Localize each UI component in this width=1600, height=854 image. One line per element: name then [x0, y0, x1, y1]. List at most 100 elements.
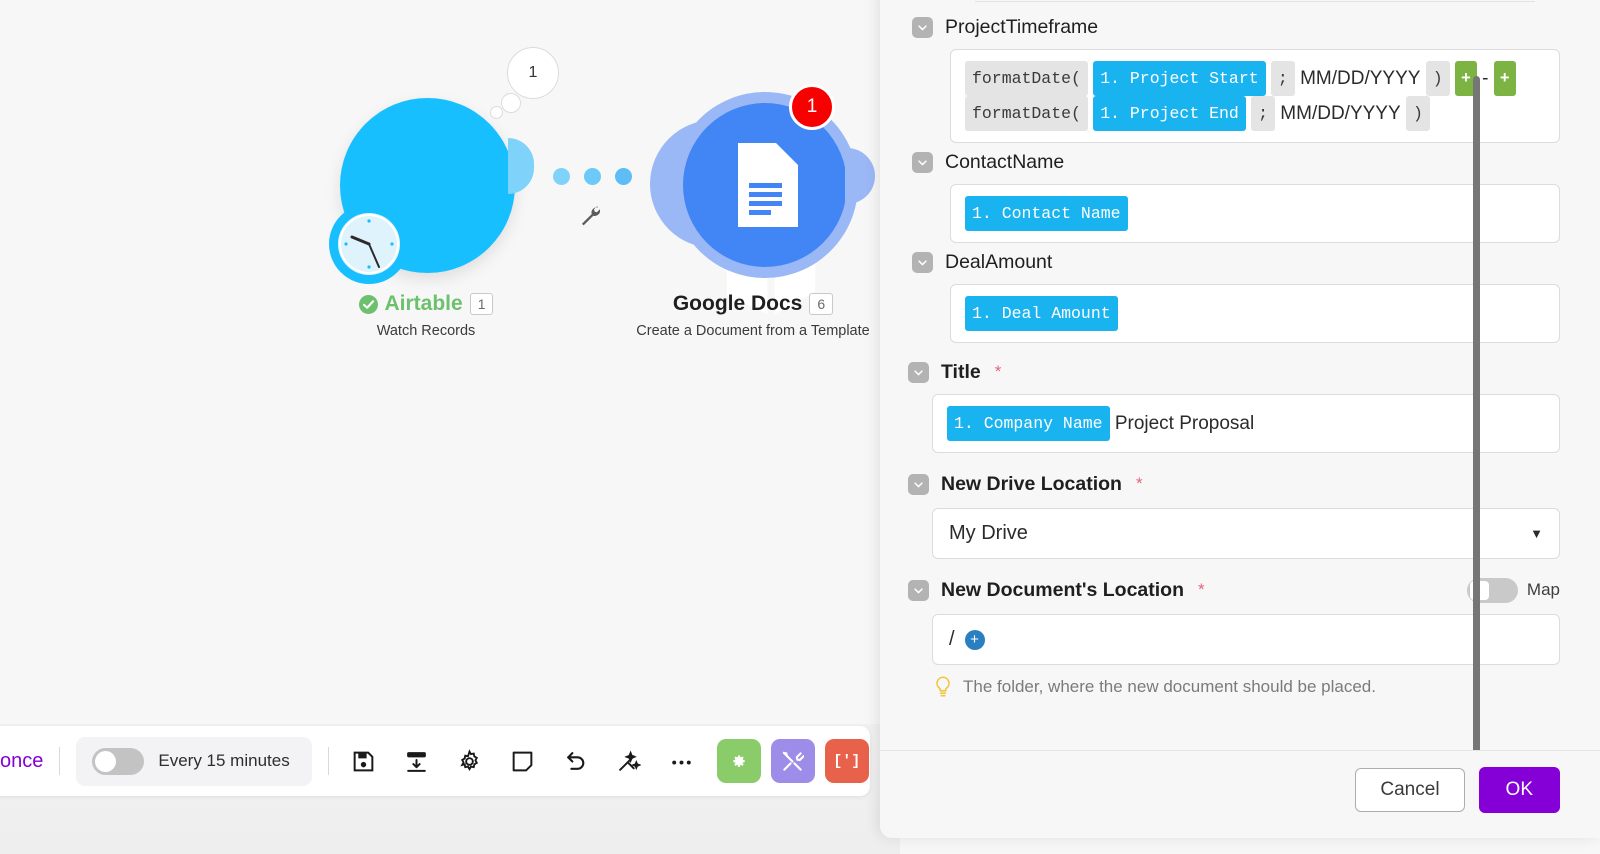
panel-fields-scroll-area[interactable]: ProjectTimeframe formatDate( 1. Project … — [880, 2, 1600, 751]
wrench-icon[interactable] — [578, 203, 602, 227]
gdocs-label: Google Docs 6 Create a Document from a T… — [603, 292, 903, 339]
field-label: Title — [941, 360, 981, 383]
gdocs-output-cap — [845, 148, 875, 204]
airtable-label: Airtable 1 Watch Records — [276, 292, 576, 339]
panel-footer: Cancel OK — [880, 750, 1600, 828]
gdocs-sequence-badge: 6 — [809, 293, 834, 315]
connector-dot — [615, 168, 632, 185]
field-hint-text: The folder, where the new document shoul… — [963, 677, 1376, 696]
run-once-button[interactable]: once — [0, 750, 43, 773]
field-label: New Document's Location — [941, 578, 1184, 601]
deal-amount-input[interactable]: 1. Deal Amount — [950, 284, 1560, 343]
tools-button[interactable] — [770, 739, 815, 783]
field-label: New Drive Location — [941, 472, 1122, 495]
field-label: ProjectTimeframe — [945, 15, 1099, 38]
variable-token[interactable]: 1. Project End — [1093, 96, 1246, 131]
gdocs-operation: Create a Document from a Template — [636, 323, 870, 339]
code-button-label: ['] — [833, 752, 861, 770]
lightbulb-icon — [934, 676, 952, 698]
formula-text: MM/DD/YYYY — [1300, 68, 1421, 89]
formula-token[interactable]: formatDate( — [965, 61, 1088, 96]
field-hint: The folder, where the new document shoul… — [934, 676, 1560, 698]
connector-dot — [584, 168, 601, 185]
error-badge[interactable]: 1 — [789, 84, 835, 130]
airtable-sequence-badge: 1 — [469, 293, 494, 315]
variable-token[interactable]: 1. Deal Amount — [965, 296, 1118, 331]
field-title: Title * 1. Company Name Project Proposal — [908, 357, 1560, 453]
chevron-down-icon[interactable] — [908, 473, 929, 495]
bundle-count-value: 1 — [528, 64, 538, 81]
airtable-output-cap — [508, 138, 534, 194]
path-value: / — [949, 628, 955, 650]
title-input[interactable]: 1. Company Name Project Proposal — [932, 394, 1560, 453]
project-timeframe-input[interactable]: formatDate( 1. Project Start ; MM/DD/YYY… — [950, 49, 1560, 143]
field-new-drive-location: New Drive Location * My Drive ▼ — [908, 469, 1560, 559]
magic-wand-icon[interactable] — [616, 748, 642, 774]
required-asterisk: * — [994, 362, 1002, 381]
code-button[interactable]: ['] — [824, 739, 869, 783]
toolbar-divider — [59, 747, 61, 775]
field-project-timeframe: ProjectTimeframe formatDate( 1. Project … — [912, 12, 1560, 143]
save-icon[interactable] — [351, 748, 377, 774]
connector-dots — [553, 168, 632, 185]
add-folder-icon[interactable]: + — [964, 629, 985, 650]
schedule-pill[interactable]: Every 15 minutes — [76, 736, 312, 786]
field-deal-amount: DealAmount 1. Deal Amount — [912, 247, 1560, 343]
ok-button[interactable]: OK — [1478, 766, 1560, 813]
bundle-bubble-small-3 — [490, 106, 503, 119]
required-asterisk: * — [1198, 580, 1205, 599]
gear-icon[interactable] — [457, 748, 483, 774]
module-settings-panel[interactable]: ProjectTimeframe formatDate( 1. Project … — [880, 0, 1600, 838]
formula-token[interactable]: formatDate( — [965, 96, 1088, 131]
explain-flow-button[interactable] — [716, 739, 761, 783]
align-icon[interactable] — [404, 748, 430, 774]
chevron-down-icon[interactable] — [908, 579, 929, 601]
connector-dot — [553, 168, 570, 185]
chevron-down-icon[interactable] — [912, 16, 933, 38]
new-document-location-input[interactable]: / + — [932, 614, 1560, 665]
scenario-canvas[interactable]: 1 Airtable 1 Watch Records 1 Google Docs… — [0, 0, 900, 854]
more-icon[interactable] — [669, 748, 695, 774]
required-asterisk: * — [1135, 474, 1143, 493]
field-label: ContactName — [945, 150, 1065, 173]
operator-token[interactable]: + — [1493, 61, 1516, 96]
formula-token[interactable]: ) — [1425, 61, 1450, 96]
airtable-operation: Watch Records — [376, 323, 476, 339]
bundle-bubble-small-2 — [501, 93, 521, 113]
variable-token[interactable]: 1. Project Start — [1093, 61, 1266, 96]
title-text: Project Proposal — [1114, 413, 1255, 434]
bottom-toolbar[interactable]: once Every 15 minutes ['] — [0, 726, 870, 796]
clock-icon — [329, 204, 409, 284]
cancel-button[interactable]: Cancel — [1355, 767, 1465, 812]
panel-scrollbar[interactable] — [1473, 76, 1480, 761]
new-drive-location-value: My Drive — [949, 522, 1028, 544]
formula-token[interactable]: ; — [1251, 96, 1276, 131]
schedule-toggle[interactable] — [92, 747, 145, 775]
field-new-document-location: New Document's Location * Map / + The fo… — [908, 575, 1560, 698]
note-icon[interactable] — [510, 748, 536, 774]
variable-token[interactable]: 1. Company Name — [947, 406, 1110, 441]
schedule-label: Every 15 minutes — [158, 751, 290, 770]
new-drive-location-select[interactable]: My Drive ▼ — [932, 508, 1560, 559]
toolbar-divider — [327, 747, 329, 775]
gdocs-name: Google Docs — [672, 292, 803, 315]
chevron-down-icon[interactable]: ▼ — [1530, 526, 1543, 541]
formula-token[interactable]: ) — [1405, 96, 1430, 131]
canvas-surface[interactable]: 1 Airtable 1 Watch Records 1 Google Docs… — [0, 0, 900, 724]
airtable-name: Airtable — [384, 292, 463, 315]
map-toggle-label: Map — [1526, 580, 1560, 599]
contact-name-input[interactable]: 1. Contact Name — [950, 184, 1560, 243]
chevron-down-icon[interactable] — [912, 251, 933, 273]
undo-icon[interactable] — [563, 748, 589, 774]
chevron-down-icon[interactable] — [912, 151, 933, 173]
field-contact-name: ContactName 1. Contact Name — [912, 147, 1560, 243]
variable-token[interactable]: 1. Contact Name — [965, 196, 1128, 231]
check-circle-icon — [358, 294, 378, 314]
chevron-down-icon[interactable] — [908, 361, 929, 383]
bundle-count-bubble[interactable]: 1 — [507, 47, 559, 99]
error-badge-count: 1 — [806, 96, 818, 117]
formula-token[interactable]: ; — [1270, 61, 1295, 96]
formula-text: MM/DD/YYYY — [1280, 103, 1401, 124]
field-label: DealAmount — [945, 250, 1053, 273]
formula-text: - — [1482, 68, 1489, 89]
